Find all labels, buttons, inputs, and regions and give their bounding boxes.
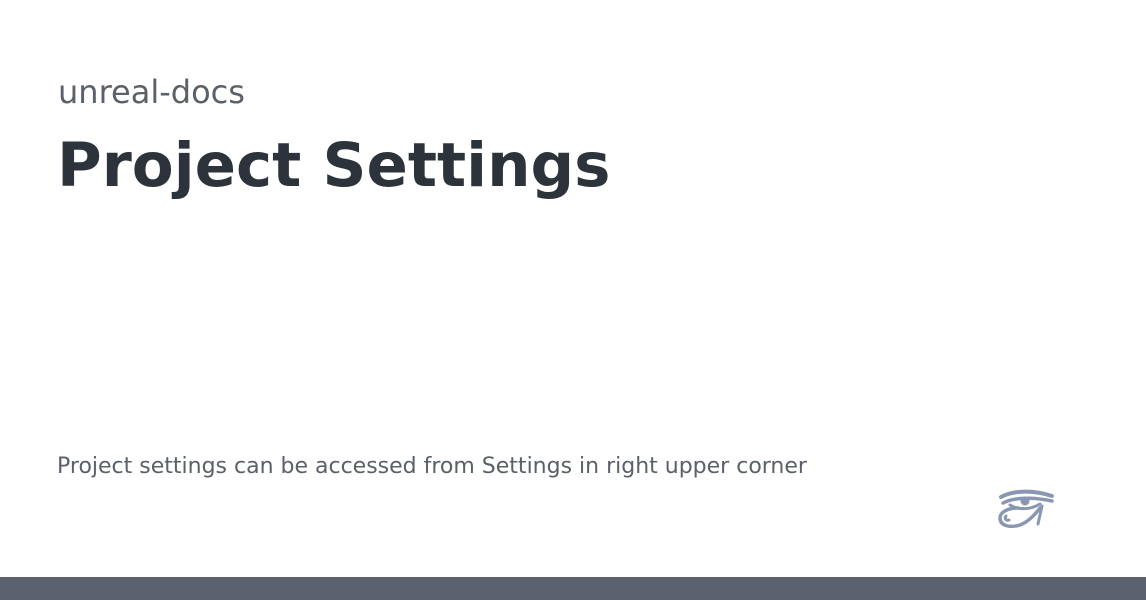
social-card: unreal-docs Project Settings Project set… [0,0,1146,600]
site-name: unreal-docs [58,73,245,111]
page-title: Project Settings [57,130,611,201]
footer-bar [0,577,1146,600]
page-description: Project settings can be accessed from Se… [57,454,807,479]
eye-of-horus-icon [996,488,1056,532]
